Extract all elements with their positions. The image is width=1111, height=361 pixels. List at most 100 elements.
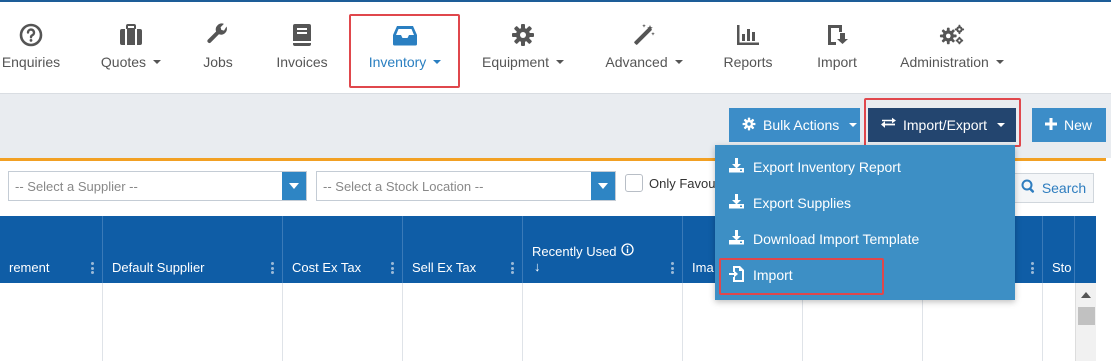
menu-item-import[interactable]: Import bbox=[729, 265, 793, 285]
question-circle-icon bbox=[18, 22, 44, 48]
stock-location-placeholder: -- Select a Stock Location -- bbox=[323, 178, 484, 194]
column-menu-icon[interactable] bbox=[271, 262, 274, 274]
column-header[interactable]: Cost Ex Tax bbox=[283, 216, 403, 283]
new-label: New bbox=[1064, 117, 1093, 133]
stock-location-select[interactable]: -- Select a Stock Location -- bbox=[316, 171, 616, 201]
download-icon bbox=[729, 230, 744, 248]
nav-label: Equipment bbox=[482, 54, 549, 70]
column-header-recently-used[interactable]: Recently Used ↓ bbox=[523, 216, 683, 283]
column-divider bbox=[682, 283, 683, 361]
nav-administration[interactable]: Administration bbox=[898, 2, 1006, 94]
column-header[interactable]: Sell Ex Tax bbox=[403, 216, 523, 283]
scroll-up-arrow-icon[interactable] bbox=[1081, 292, 1091, 298]
bulk-actions-label: Bulk Actions bbox=[763, 117, 840, 133]
wrench-icon bbox=[205, 22, 231, 48]
chevron-down-icon bbox=[995, 60, 1004, 64]
column-title: Ima bbox=[692, 260, 714, 275]
gear-icon bbox=[742, 117, 756, 134]
column-header[interactable]: Sto bbox=[1043, 216, 1075, 283]
nav-label: Enquiries bbox=[1, 54, 61, 70]
column-divider bbox=[402, 283, 403, 361]
import-file-icon bbox=[729, 265, 744, 285]
import-export-button[interactable]: Import/Export bbox=[868, 108, 1016, 142]
chevron-down-icon bbox=[555, 60, 564, 64]
column-divider bbox=[102, 283, 103, 361]
search-icon bbox=[1021, 179, 1036, 197]
column-menu-icon[interactable] bbox=[671, 262, 674, 274]
top-navigation: Enquiries Quotes Jobs Invoices Inventory… bbox=[0, 0, 1111, 92]
only-favourites-label: Only Favourites bbox=[649, 176, 717, 191]
column-title: Default Supplier bbox=[112, 260, 205, 275]
menu-item-label: Download Import Template bbox=[753, 231, 920, 247]
column-divider bbox=[522, 283, 523, 361]
column-menu-icon[interactable] bbox=[1031, 262, 1034, 274]
menu-item-export-inventory-report[interactable]: Export Inventory Report bbox=[729, 157, 901, 177]
chevron-down-icon bbox=[282, 172, 306, 200]
nav-label: Import bbox=[817, 54, 857, 70]
chevron-down-icon bbox=[674, 60, 683, 64]
magic-wand-icon bbox=[631, 22, 657, 48]
download-icon bbox=[729, 194, 744, 212]
nav-enquiries[interactable]: Enquiries bbox=[0, 2, 62, 94]
column-header-spacer bbox=[1075, 216, 1096, 283]
menu-item-download-import-template[interactable]: Download Import Template bbox=[729, 229, 919, 249]
nav-invoices[interactable]: Invoices bbox=[272, 2, 332, 94]
column-title: Sell Ex Tax bbox=[412, 260, 477, 275]
menu-item-label: Export Supplies bbox=[753, 195, 852, 211]
menu-item-label: Import bbox=[753, 267, 793, 283]
scrollbar-thumb[interactable] bbox=[1078, 307, 1095, 325]
nav-quotes[interactable]: Quotes bbox=[95, 2, 167, 94]
column-title: rement bbox=[9, 260, 50, 275]
new-button[interactable]: New bbox=[1032, 108, 1106, 142]
gear-icon bbox=[510, 22, 536, 48]
plus-icon bbox=[1045, 117, 1057, 133]
nav-label: Quotes bbox=[100, 54, 147, 70]
supplier-select-placeholder: -- Select a Supplier -- bbox=[15, 178, 138, 194]
only-favourites-checkbox[interactable] bbox=[625, 174, 643, 192]
column-divider bbox=[282, 283, 283, 361]
column-title: Cost Ex Tax bbox=[292, 260, 362, 275]
page-edge bbox=[1096, 161, 1111, 361]
search-label: Search bbox=[1041, 180, 1087, 196]
nav-equipment[interactable]: Equipment bbox=[480, 2, 566, 94]
inbox-tray-icon bbox=[392, 22, 418, 48]
nav-import[interactable]: Import bbox=[812, 2, 862, 94]
nav-label: Jobs bbox=[203, 54, 233, 70]
bulk-actions-button[interactable]: Bulk Actions bbox=[729, 108, 860, 142]
chevron-down-icon bbox=[153, 60, 162, 64]
nav-label: Invoices bbox=[276, 54, 328, 70]
menu-item-export-supplies[interactable]: Export Supplies bbox=[729, 193, 851, 213]
column-menu-icon[interactable] bbox=[91, 262, 94, 274]
exchange-icon bbox=[881, 117, 896, 133]
bar-chart-icon bbox=[735, 22, 761, 48]
nav-inventory[interactable]: Inventory bbox=[360, 2, 450, 94]
chevron-down-icon bbox=[433, 60, 442, 64]
nav-label: Reports bbox=[723, 54, 773, 70]
nav-label: Advanced bbox=[605, 54, 668, 70]
menu-item-label: Export Inventory Report bbox=[753, 159, 901, 175]
import-export-dropdown: Export Inventory Report Export Supplies … bbox=[715, 145, 1015, 300]
vertical-scrollbar[interactable] bbox=[1075, 283, 1096, 361]
search-button[interactable]: Search bbox=[1013, 173, 1094, 203]
chevron-down-icon bbox=[849, 123, 858, 127]
nav-advanced[interactable]: Advanced bbox=[604, 2, 684, 94]
nav-jobs[interactable]: Jobs bbox=[198, 2, 238, 94]
info-icon bbox=[620, 243, 634, 259]
nav-reports[interactable]: Reports bbox=[720, 2, 776, 94]
column-title: Recently Used bbox=[532, 243, 617, 259]
column-divider bbox=[1042, 283, 1043, 361]
import-export-label: Import/Export bbox=[903, 117, 988, 133]
column-header[interactable]: Default Supplier bbox=[103, 216, 283, 283]
nav-label: Administration bbox=[900, 54, 989, 70]
column-menu-icon[interactable] bbox=[511, 262, 514, 274]
supplier-select[interactable]: -- Select a Supplier -- bbox=[8, 171, 307, 201]
sort-down-icon[interactable]: ↓ bbox=[534, 259, 541, 274]
column-menu-icon[interactable] bbox=[391, 262, 394, 274]
book-icon bbox=[289, 22, 315, 48]
download-icon bbox=[729, 158, 744, 176]
column-header[interactable]: rement bbox=[0, 216, 103, 283]
column-title: Sto bbox=[1052, 260, 1072, 275]
briefcase-icon bbox=[118, 22, 144, 48]
chevron-down-icon bbox=[591, 172, 615, 200]
import-arrow-icon bbox=[824, 22, 850, 48]
